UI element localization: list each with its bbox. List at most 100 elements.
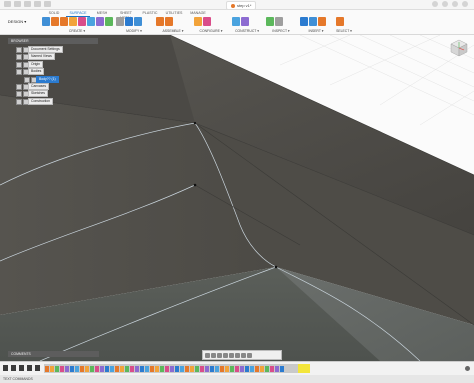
timeline-feature-icon[interactable] xyxy=(250,365,254,372)
toolbar-group-label[interactable]: SELECT ▾ xyxy=(334,29,354,34)
sketch-point[interactable] xyxy=(193,183,197,187)
timeline-feature-icon[interactable] xyxy=(130,365,134,372)
display-settings-icon[interactable] xyxy=(235,352,240,358)
section-icon[interactable] xyxy=(275,17,283,26)
timeline-feature-icon[interactable] xyxy=(90,365,94,372)
timeline-settings-icon[interactable] xyxy=(465,366,470,371)
tab-solid[interactable]: SOLID xyxy=(42,11,66,16)
viewcube[interactable] xyxy=(450,39,468,57)
browser-item[interactable]: Document Settings xyxy=(28,46,63,53)
timeline-feature-icon[interactable] xyxy=(265,365,269,372)
timeline-feature-icon[interactable] xyxy=(165,365,169,372)
toolbar-group-label[interactable]: MODIFY ▾ xyxy=(114,29,154,34)
ruled-icon[interactable] xyxy=(105,17,113,26)
tab-sheet-metal[interactable]: SHEET METAL xyxy=(114,11,138,20)
app-grid-icon[interactable] xyxy=(4,1,11,7)
browser-item[interactable]: Sketches xyxy=(28,90,48,98)
timeline-feature-icon[interactable] xyxy=(185,365,189,372)
timeline-feature-icon[interactable] xyxy=(255,365,259,372)
timeline-feature-icon[interactable] xyxy=(105,365,109,372)
browser-item[interactable]: Canvases xyxy=(28,83,50,90)
toolbar-group-label[interactable]: CONSTRUCT ▾ xyxy=(230,29,264,34)
timeline-feature-icon[interactable] xyxy=(190,365,194,372)
timeline-feature-icon[interactable] xyxy=(100,365,104,372)
file-icon[interactable] xyxy=(14,1,21,7)
timeline-feature-icon[interactable] xyxy=(45,365,49,372)
comments-panel[interactable]: COMMENTS xyxy=(8,351,99,357)
expand-icon[interactable] xyxy=(16,47,22,53)
timeline-feature-icon[interactable] xyxy=(195,365,199,372)
timeline-feature-icon[interactable] xyxy=(270,365,274,372)
tab-mesh[interactable]: MESH xyxy=(90,11,114,16)
pan-icon[interactable] xyxy=(217,352,222,358)
toolbar-group-label[interactable]: CONFIGURE ▾ xyxy=(192,29,230,34)
grid-settings-icon[interactable] xyxy=(241,352,246,358)
select-icon[interactable] xyxy=(336,17,344,26)
sketch-icon[interactable] xyxy=(42,17,50,26)
timeline-feature-icon[interactable] xyxy=(50,365,54,372)
timeline-feature-icon[interactable] xyxy=(60,365,64,372)
timeline-feature-icon[interactable] xyxy=(160,365,164,372)
viewports-icon[interactable] xyxy=(247,352,252,358)
timeline-feature-icon[interactable] xyxy=(95,365,99,372)
sketch-point[interactable] xyxy=(274,265,278,269)
save-icon[interactable] xyxy=(24,1,31,7)
timeline-feature-icon[interactable] xyxy=(75,365,79,372)
browser-item[interactable]: Construction xyxy=(28,97,54,105)
previous-step-icon[interactable] xyxy=(11,365,16,371)
browser-item[interactable]: Origin xyxy=(28,60,44,68)
plane-icon[interactable] xyxy=(232,17,240,26)
timeline-feature-icon[interactable] xyxy=(215,365,219,372)
expand-icon[interactable] xyxy=(24,76,30,83)
decal-icon[interactable] xyxy=(318,17,326,26)
browser-item[interactable]: Named Views xyxy=(28,53,55,61)
timeline-feature-icon[interactable] xyxy=(210,365,214,372)
offset-icon[interactable] xyxy=(96,17,104,26)
timeline-feature-icon[interactable] xyxy=(230,365,234,372)
toolbar-group-label[interactable]: INSPECT ▾ xyxy=(264,29,298,34)
patch-icon[interactable] xyxy=(87,17,95,26)
component-icon[interactable] xyxy=(165,17,173,26)
timeline-feature-icon[interactable] xyxy=(200,365,204,372)
sketch-point[interactable] xyxy=(193,121,197,125)
trim-icon[interactable] xyxy=(116,17,124,26)
workspace-dropdown[interactable]: DESIGN ▾ xyxy=(4,16,30,27)
last-step-icon[interactable] xyxy=(35,365,40,371)
sweep-icon[interactable] xyxy=(69,17,77,26)
expand-icon[interactable] xyxy=(16,54,22,61)
toolbar-group-label[interactable]: CREATE ▾ xyxy=(40,29,114,34)
orbit-icon[interactable] xyxy=(205,352,210,358)
timeline-feature-icon[interactable] xyxy=(120,365,124,372)
timeline-feature-icon[interactable] xyxy=(170,365,174,372)
timeline-feature-icon[interactable] xyxy=(65,365,69,372)
timeline-feature-icon[interactable] xyxy=(275,365,279,372)
timeline-feature-icon[interactable] xyxy=(115,365,119,372)
extend-icon[interactable] xyxy=(134,17,142,26)
timeline-feature-icon[interactable] xyxy=(240,365,244,372)
look-at-icon[interactable] xyxy=(211,352,216,358)
expand-icon[interactable] xyxy=(16,69,22,76)
canvas-icon[interactable] xyxy=(309,17,317,26)
timeline-feature-icon[interactable] xyxy=(155,365,159,372)
toolbar-group-label[interactable]: INSERT ▾ xyxy=(298,29,334,34)
insert-icon[interactable] xyxy=(300,17,308,26)
extrude-icon[interactable] xyxy=(51,17,59,26)
timeline-marker[interactable] xyxy=(298,364,310,373)
toolbar-group-label[interactable]: ASSEMBLE ▾ xyxy=(154,29,192,34)
fit-icon[interactable] xyxy=(229,352,234,358)
timeline-feature-icon[interactable] xyxy=(180,365,184,372)
browser-header[interactable]: BROWSER xyxy=(8,38,98,44)
measure-icon[interactable] xyxy=(266,17,274,26)
timeline-feature-icon[interactable] xyxy=(135,365,139,372)
timeline-feature-icon[interactable] xyxy=(205,365,209,372)
play-icon[interactable] xyxy=(19,365,24,371)
untrim-icon[interactable] xyxy=(125,17,133,26)
title-bar-right-controls[interactable] xyxy=(432,1,468,7)
timeline-feature-icon[interactable] xyxy=(125,365,129,372)
timeline-feature-icon[interactable] xyxy=(220,365,224,372)
table-icon[interactable] xyxy=(194,17,202,26)
first-step-icon[interactable] xyxy=(3,365,8,371)
tab-utilities[interactable]: UTILITIES xyxy=(162,11,186,16)
timeline-feature-icon[interactable] xyxy=(110,365,114,372)
browser-item[interactable]: Body?? (1) xyxy=(36,75,59,83)
